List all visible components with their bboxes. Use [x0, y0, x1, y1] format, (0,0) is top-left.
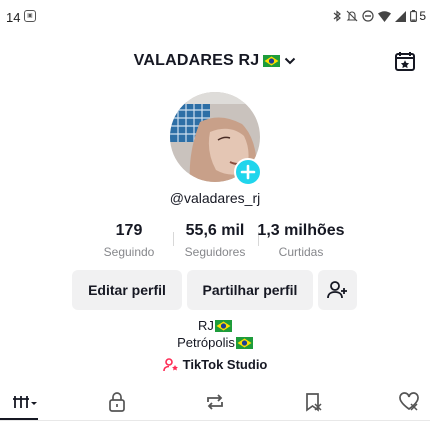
bio-line-1: RJ — [0, 318, 430, 333]
brazil-flag-icon — [263, 55, 281, 67]
chevron-down-icon — [285, 57, 296, 65]
stat-likes-value: 1,3 milhões — [257, 222, 345, 239]
mute-icon — [346, 10, 358, 22]
studio-user-icon — [162, 357, 178, 371]
stat-following[interactable]: 179 Seguindo — [84, 222, 174, 259]
liked-icon — [399, 392, 419, 411]
notification-app-icon: ▣ — [24, 10, 36, 22]
username: @valadares_rj — [169, 190, 261, 206]
do-not-disturb-icon — [362, 10, 374, 22]
active-tab-indicator — [0, 418, 38, 420]
stat-following-value: 179 — [115, 222, 143, 239]
profile-tab-bar — [0, 386, 430, 421]
bio-text-2: Petrópolis — [177, 335, 235, 350]
stat-likes-label: Curtidas — [278, 245, 324, 259]
stat-followers-label: Seguidores — [184, 245, 246, 259]
stat-following-label: Seguindo — [103, 245, 155, 259]
battery-level: 5 — [419, 9, 426, 23]
brazil-flag-icon — [235, 336, 253, 349]
bio-line-2: Petrópolis — [0, 335, 430, 350]
stat-followers[interactable]: 55,6 mil Seguidores — [170, 222, 260, 259]
status-icons: 5 — [332, 9, 426, 23]
lock-icon — [109, 392, 125, 412]
share-profile-button[interactable]: Partilhar perfil — [187, 270, 313, 310]
tab-favorites[interactable] — [288, 386, 338, 418]
tab-videos[interactable] — [0, 386, 50, 418]
repost-icon — [207, 394, 223, 410]
stat-likes[interactable]: 1,3 milhões Curtidas — [256, 222, 346, 259]
profile-header[interactable]: VALADARES RJ — [0, 52, 430, 70]
wifi-icon — [378, 10, 392, 22]
tiktok-studio-label: TikTok Studio — [182, 357, 268, 372]
brazil-flag-icon — [214, 319, 232, 332]
add-friends-button[interactable] — [318, 270, 357, 310]
calendar-star-icon[interactable] — [394, 50, 416, 72]
plus-icon — [240, 164, 256, 180]
tab-reposts[interactable] — [190, 386, 240, 418]
tab-private[interactable] — [92, 386, 142, 418]
tab-liked[interactable] — [384, 386, 430, 418]
status-time: 14 — [6, 10, 21, 25]
bio-text-1: RJ — [198, 318, 214, 333]
battery-icon — [410, 10, 418, 22]
signal-icon — [395, 10, 407, 22]
videos-grid-icon — [13, 396, 37, 408]
stat-followers-value: 55,6 mil — [185, 222, 245, 239]
edit-profile-button[interactable]: Editar perfil — [72, 270, 182, 310]
page-title: VALADARES RJ — [133, 52, 260, 69]
favorites-icon — [306, 393, 322, 412]
add-user-icon — [326, 281, 347, 299]
add-avatar-button[interactable] — [234, 158, 262, 186]
bluetooth-icon — [333, 10, 342, 22]
tiktok-studio-link[interactable]: TikTok Studio — [0, 357, 430, 372]
